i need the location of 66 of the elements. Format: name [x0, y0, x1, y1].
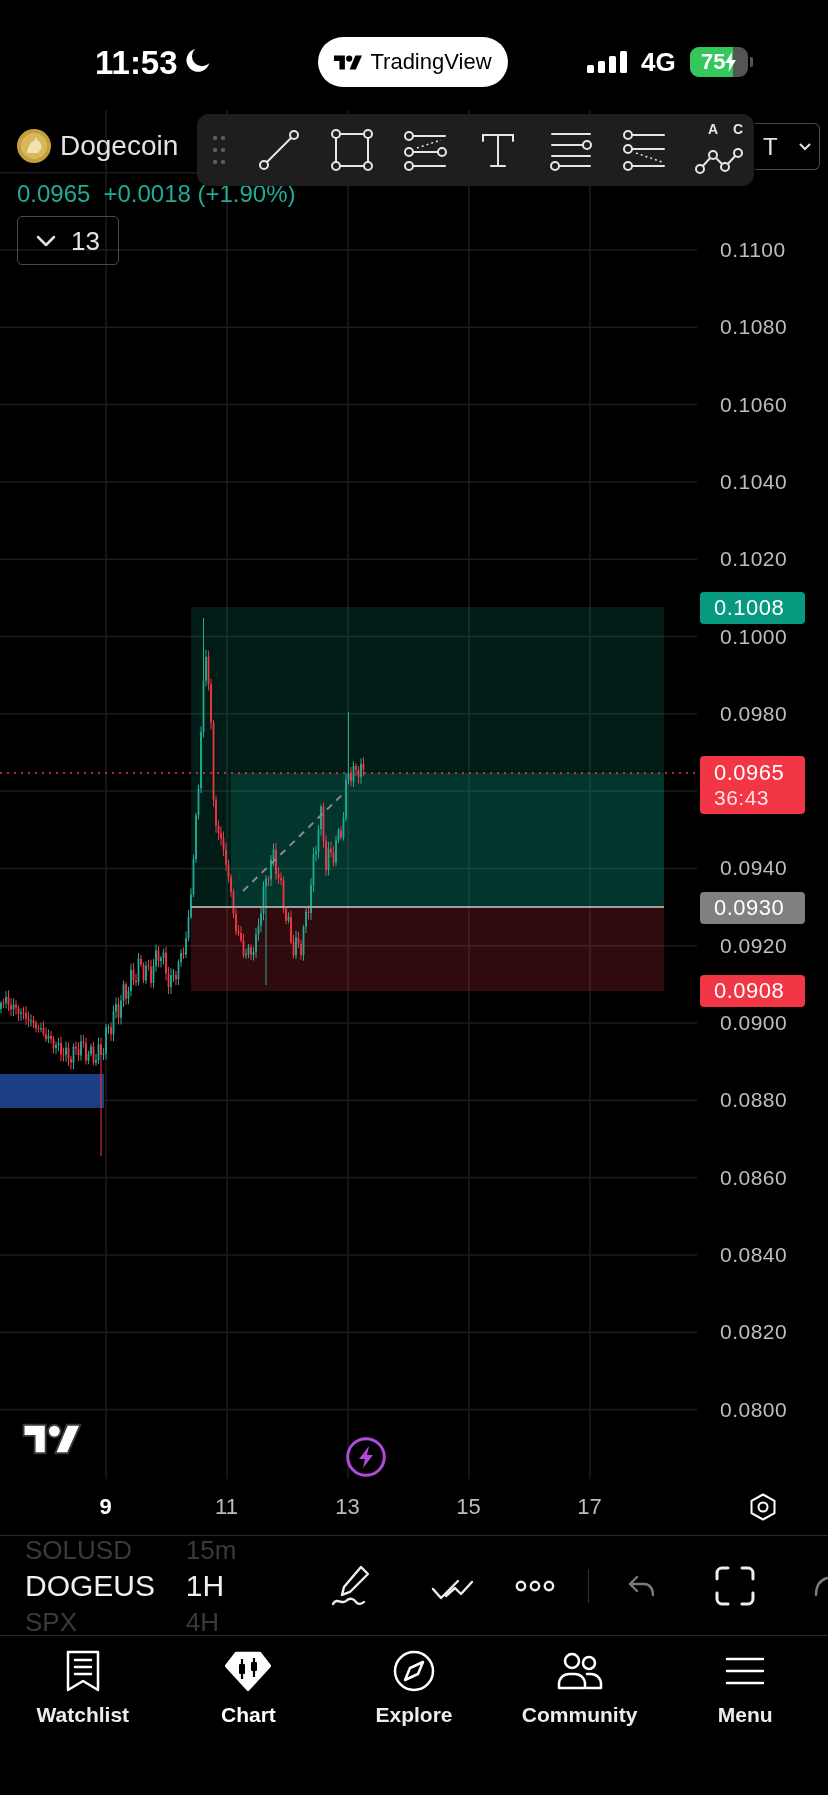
price-tick: 0.0980: [720, 701, 788, 726]
clock-time: 11:53: [95, 45, 178, 79]
price-tick: 0.0900: [720, 1011, 788, 1035]
signal-icon: [587, 51, 627, 73]
app-name: TradingView: [370, 51, 492, 73]
price-tick: 0.0940: [720, 856, 788, 881]
candles-gem-icon: [225, 1651, 272, 1691]
stop-zone[interactable]: [191, 907, 664, 991]
fullscreen-icon[interactable]: [715, 1565, 755, 1606]
target-zone[interactable]: [191, 607, 664, 907]
price-tick: 0.1100: [720, 238, 786, 262]
interval-option[interactable]: 1H: [185, 1570, 225, 1601]
channel-tool-icon[interactable]: [403, 128, 447, 172]
price-tick: 0.1020: [720, 547, 788, 572]
price-change: +0.0018 (+1.90%): [103, 180, 296, 208]
nav-tab[interactable]: Watchlist: [0, 1636, 166, 1741]
arc-icon[interactable]: [814, 1574, 828, 1597]
compass-icon: [393, 1650, 435, 1692]
date-label: 17: [577, 1496, 602, 1518]
network-type: 4G: [641, 49, 676, 75]
nav-tab[interactable]: Chart: [165, 1636, 332, 1741]
price-tick: 0.0860: [720, 1165, 788, 1190]
nav-tab[interactable]: Community: [496, 1636, 663, 1741]
indicators-toggle[interactable]: 13: [17, 216, 119, 265]
menu-icon: [725, 1656, 766, 1686]
drag-handle-icon[interactable]: [212, 135, 226, 165]
logo-icon: [22, 1422, 82, 1456]
trend-line[interactable]: [242, 792, 345, 892]
bookmark-list-icon: [64, 1650, 101, 1692]
price-tick: 0.1000: [720, 624, 788, 649]
price-tick: 0.1060: [720, 392, 788, 417]
battery-percent: 75: [700, 51, 726, 73]
line-tool-icon[interactable]: [257, 128, 301, 172]
date-label: 11: [215, 1496, 238, 1518]
tag-price: 0.0965: [714, 760, 785, 785]
price-tick: 0.1080: [720, 315, 788, 340]
date-label: 15: [456, 1496, 481, 1518]
price-tag: 0.0930: [700, 892, 805, 924]
quote-selector[interactable]: T: [755, 123, 820, 170]
price-tag: 0.0908: [700, 975, 805, 1007]
people-icon: [556, 1652, 603, 1690]
price-tick: 0.0820: [720, 1320, 788, 1345]
date-label: 13: [335, 1496, 360, 1518]
price-tick: 0.0880: [720, 1088, 788, 1113]
nav-tab[interactable]: Explore: [331, 1636, 497, 1741]
chevron-down-icon: [799, 142, 811, 151]
symbol-name: Dogecoin: [60, 132, 179, 160]
rectangle-tool-icon[interactable]: [330, 128, 374, 172]
price-tick: 0.1040: [720, 469, 788, 494]
coin-icon: [17, 129, 51, 163]
symbol-option[interactable]: DOGEUS: [25, 1570, 156, 1601]
undo-icon[interactable]: [627, 1573, 656, 1598]
price-tick: 0.0920: [720, 933, 788, 958]
last-price: 0.0965: [17, 180, 91, 208]
lightning-icon[interactable]: [346, 1437, 386, 1477]
fan-lines-icon[interactable]: [622, 128, 666, 172]
candle-countdown: 36:43: [714, 785, 770, 810]
point-label: A: [708, 122, 719, 136]
nav-tab[interactable]: Menu: [662, 1636, 828, 1741]
price-tag: 0.1008: [700, 592, 805, 624]
price-tick: 0.0840: [720, 1242, 788, 1267]
date-label: 9: [99, 1496, 112, 1518]
more-icon[interactable]: [514, 1578, 555, 1593]
settings-icon[interactable]: [750, 1493, 776, 1521]
point-label: C: [733, 122, 744, 136]
price-tick: 0.0800: [720, 1397, 788, 1422]
